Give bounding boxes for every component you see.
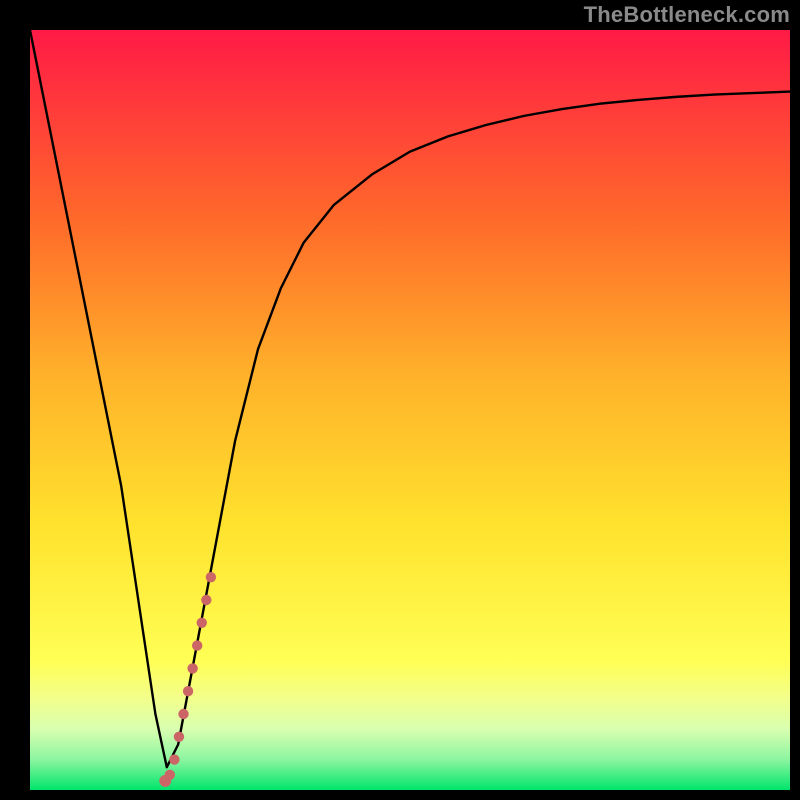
plot-area (30, 30, 790, 790)
marker-dot (174, 732, 184, 742)
marker-dot (178, 709, 188, 719)
gradient-background (30, 30, 790, 790)
marker-dot (206, 572, 216, 582)
marker-dot (183, 686, 193, 696)
marker-dot (197, 618, 207, 628)
chart-svg (30, 30, 790, 790)
marker-dot (169, 754, 179, 764)
marker-dot (165, 770, 175, 780)
outer-frame: TheBottleneck.com (0, 0, 800, 800)
marker-dot (187, 663, 197, 673)
marker-dot (201, 595, 211, 605)
marker-dot (192, 640, 202, 650)
watermark-text: TheBottleneck.com (584, 2, 790, 28)
